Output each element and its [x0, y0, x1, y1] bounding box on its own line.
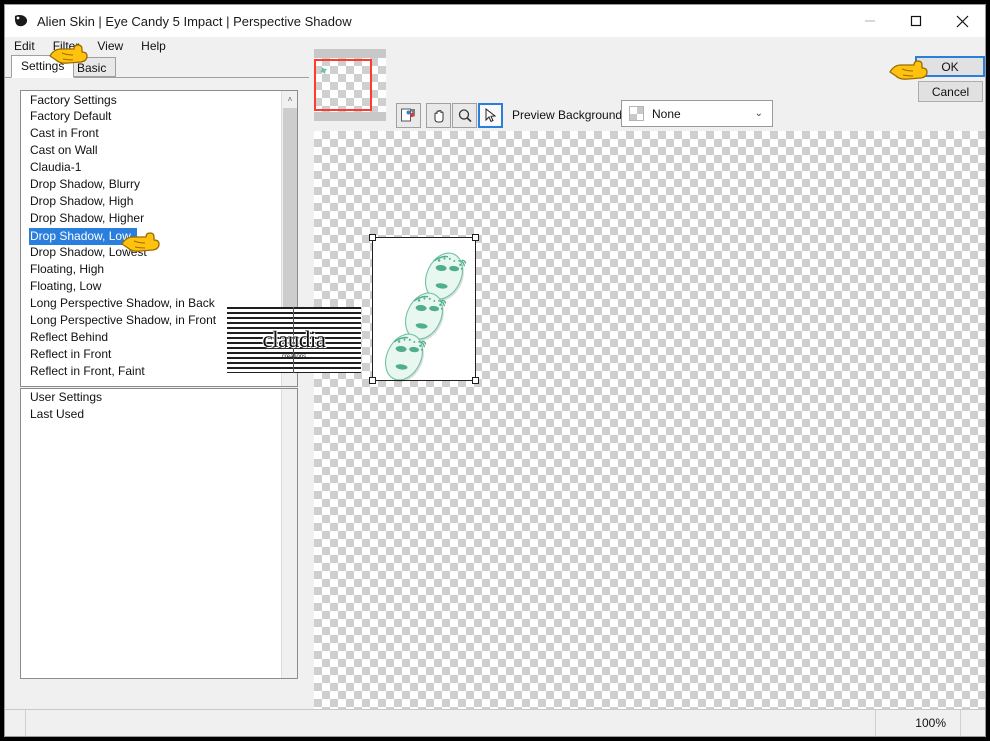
tab-settings[interactable]: Settings [11, 55, 75, 78]
menu-item-help[interactable]: Help [141, 37, 166, 55]
list-item[interactable]: Floating, Low [21, 278, 281, 295]
preview-background-label: Preview Background: [512, 108, 626, 122]
window-title: Alien Skin | Eye Candy 5 Impact | Perspe… [37, 13, 352, 29]
zoom-level-indicator: 100% [915, 716, 946, 730]
app-icon [13, 13, 29, 29]
list-item[interactable]: Factory Settings [21, 91, 281, 108]
scroll-up-icon[interactable]: ˄ [282, 91, 297, 107]
title-bar: Alien Skin | Eye Candy 5 Impact | Perspe… [5, 5, 985, 37]
selection-handle-top-right[interactable] [472, 234, 479, 241]
menu-item-edit[interactable]: Edit [14, 37, 35, 55]
list-item[interactable]: Drop Shadow, Lowest [21, 244, 281, 261]
preview-background-select[interactable]: None ⌄ [621, 100, 773, 127]
list-item[interactable]: Drop Shadow, Higher [21, 210, 281, 227]
list-item[interactable]: Floating, High [21, 261, 281, 278]
minimize-icon[interactable] [847, 5, 893, 37]
watermark-text: claudia [262, 327, 326, 352]
cancel-button[interactable]: Cancel [918, 81, 983, 102]
menu-item-filter[interactable]: Filter [53, 37, 80, 55]
navigator-thumbnail[interactable]: ✦ [314, 49, 386, 121]
list-item[interactable]: User Settings [21, 389, 281, 406]
menu-item-view[interactable]: View [97, 37, 123, 55]
selection-handle-top-left[interactable] [369, 234, 376, 241]
status-divider [960, 709, 961, 736]
list-item[interactable]: Last Used [21, 406, 281, 423]
hand-tool[interactable] [426, 103, 451, 128]
maximize-icon[interactable] [893, 5, 939, 37]
list-item[interactable]: Claudia-1 [21, 159, 281, 176]
user-list-scrollbar[interactable] [281, 389, 297, 678]
arrow-select-tool[interactable] [478, 103, 503, 128]
user-settings-list[interactable]: User Settings Last Used [20, 388, 298, 679]
status-bar: 100% [5, 709, 985, 736]
preview-background-swatch-icon [629, 106, 644, 121]
preview-panel: ✦ Preview Background: None ⌄ OK Cancel [310, 45, 985, 711]
watermark-subtext: creations [281, 354, 307, 360]
settings-panel: Factory Settings Factory Default Cast in F… [5, 77, 309, 710]
ok-button[interactable]: OK [915, 56, 985, 77]
tab-strip: Settings Basic [5, 55, 305, 78]
pick-color-tool[interactable] [396, 103, 421, 128]
chevron-down-icon[interactable]: ⌄ [755, 108, 763, 119]
list-item[interactable]: Cast in Front [21, 125, 281, 142]
list-item[interactable]: Cast on Wall [21, 142, 281, 159]
zoom-tool[interactable] [452, 103, 477, 128]
watermark-overlay: claudia creations [227, 307, 361, 373]
window-controls [847, 5, 985, 37]
list-item[interactable]: Drop Shadow, High [21, 193, 281, 210]
status-divider [25, 709, 26, 736]
selection-handle-bottom-right[interactable] [472, 377, 479, 384]
preview-background-value: None [652, 106, 681, 121]
list-item[interactable]: Drop Shadow, Blurry [21, 176, 281, 193]
close-icon[interactable] [939, 5, 985, 37]
selection-handle-bottom-left[interactable] [369, 377, 376, 384]
list-item[interactable]: Factory Default [21, 108, 281, 125]
tab-basic[interactable]: Basic [67, 57, 117, 77]
selection-bounding-box[interactable] [369, 234, 479, 384]
list-item[interactable]: Drop Shadow, Low [29, 228, 137, 245]
preview-canvas[interactable] [314, 131, 985, 711]
application-window: Alien Skin | Eye Candy 5 Impact | Perspe… [4, 4, 986, 737]
